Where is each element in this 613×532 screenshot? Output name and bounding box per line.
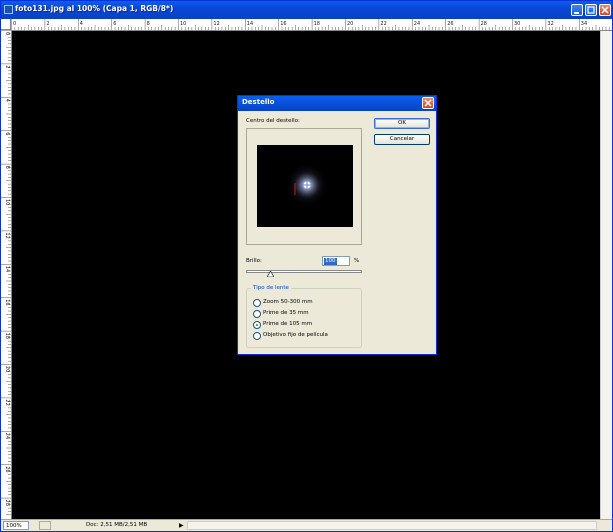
ruler-label: 4 — [80, 21, 83, 27]
horizontal-ruler-ticks: 0 2 4 6 8 10 12 14 16 18 20 22 24 26 28 30 32 34 — [11, 19, 610, 30]
vertical-ruler[interactable]: 0 2 4 6 8 10 12 14 16 18 20 22 24 26 28 — [1, 30, 12, 519]
lens-zoom-50-300-label[interactable]: Zoom 50-300 mm — [263, 299, 313, 305]
navigator-icon[interactable] — [39, 521, 51, 530]
ruler-corner[interactable] — [1, 19, 11, 30]
dialog-title: Destello — [242, 98, 275, 106]
minimize-button[interactable] — [571, 4, 583, 16]
ruler-label: 20 — [347, 21, 353, 27]
lens-type-title: Tipo de lente — [251, 285, 291, 291]
dialog-title-bar[interactable]: Destello — [238, 96, 436, 111]
ruler-label: 6 — [4, 132, 10, 135]
close-icon — [601, 6, 609, 14]
zoom-field[interactable]: 100% — [3, 521, 29, 530]
lens-movie-prime-label[interactable]: Objetivo fijo de película — [263, 332, 328, 338]
brightness-input[interactable]: 100 — [322, 256, 350, 266]
cancel-button[interactable]: Cancelar — [374, 134, 430, 145]
ruler-label: 12 — [4, 232, 10, 238]
lens-prime-105-radio[interactable] — [253, 321, 261, 329]
ruler-label: 4 — [4, 99, 10, 102]
ruler-label: 12 — [213, 21, 219, 27]
lens-prime-35-label[interactable]: Prime de 35 mm — [263, 310, 309, 316]
ruler-label: 6 — [113, 21, 116, 27]
ruler-label: 24 — [4, 433, 10, 439]
ruler-label: 10 — [4, 199, 10, 205]
minimize-icon — [574, 12, 579, 14]
ruler-label: 16 — [4, 299, 10, 305]
ok-button[interactable]: OK — [374, 118, 430, 129]
flare-center-label: Centro del destello: — [246, 118, 300, 124]
vertical-scrollbar[interactable] — [600, 31, 612, 519]
brightness-value: 100 — [324, 258, 337, 265]
status-bar: 100% Doc: 2,51 MB/2,51 MB ▶ — [1, 519, 612, 531]
horizontal-scrollbar[interactable] — [187, 521, 597, 530]
brightness-label: Brillo: — [246, 258, 262, 264]
ruler-label: 34 — [581, 21, 587, 27]
ruler-label: 22 — [4, 399, 10, 405]
photoshop-document-window: foto131.jpg al 100% (Capa 1, RGB/8*) 024… — [0, 0, 613, 532]
ruler-label: 24 — [414, 21, 420, 27]
ruler-label: 0 — [4, 32, 10, 35]
lens-movie-prime-radio[interactable] — [253, 332, 261, 340]
lens-flare-dialog: Destello Centro del destello: OK Cancela… — [237, 95, 437, 355]
ruler-label: 10 — [180, 21, 186, 27]
ruler-label: 28 — [4, 500, 10, 506]
ruler-label: 16 — [280, 21, 286, 27]
flare-preview[interactable] — [257, 145, 353, 227]
maximize-button[interactable] — [585, 4, 597, 16]
horizontal-ruler[interactable]: 0 2 4 6 8 10 12 14 16 18 20 22 24 26 28 30 32 34 — [11, 19, 612, 31]
close-button[interactable] — [599, 4, 611, 16]
lens-prime-35-radio[interactable] — [253, 310, 261, 318]
brightness-slider[interactable] — [246, 270, 362, 273]
ruler-label: 2 — [46, 21, 49, 27]
ruler-label: 8 — [147, 21, 150, 27]
ruler-label: 0 — [13, 21, 16, 27]
status-menu-arrow-icon[interactable]: ▶ — [179, 522, 184, 529]
ruler-label: 28 — [481, 21, 487, 27]
ruler-label: 26 — [447, 21, 453, 27]
doc-size: Doc: 2,51 MB/2,51 MB — [86, 522, 148, 528]
dialog-close-button[interactable] — [422, 97, 434, 109]
title-bar[interactable]: foto131.jpg al 100% (Capa 1, RGB/8*) — [1, 1, 612, 19]
brightness-slider-thumb[interactable] — [267, 271, 274, 277]
ruler-label: 18 — [314, 21, 320, 27]
lens-type-group: Tipo de lente Zoom 50-300 mm Prime de 35… — [246, 285, 362, 348]
percent-label: % — [354, 258, 360, 264]
photoshop-icon — [4, 5, 13, 14]
lens-zoom-50-300-radio[interactable] — [253, 299, 261, 307]
ruler-label: 2 — [4, 65, 10, 68]
maximize-icon — [587, 6, 595, 14]
ruler-label: 18 — [4, 333, 10, 339]
vertical-ruler-ticks: 0246810121416182022242628 — [1, 30, 11, 516]
ruler-label: 22 — [380, 21, 386, 27]
ruler-label: 20 — [4, 366, 10, 372]
ruler-label: 32 — [547, 21, 553, 27]
ruler-label: 14 — [4, 266, 10, 272]
ruler-label: 30 — [514, 21, 520, 27]
ruler-label: 14 — [247, 21, 253, 27]
window-title: foto131.jpg al 100% (Capa 1, RGB/8*) — [15, 4, 174, 13]
ruler-label: 26 — [4, 466, 10, 472]
ruler-label: 8 — [4, 166, 10, 169]
lens-prime-105-label[interactable]: Prime de 105 mm — [263, 321, 312, 327]
crosshair-icon[interactable] — [302, 180, 312, 190]
close-icon — [424, 99, 432, 107]
flare-preview-frame — [246, 128, 362, 245]
